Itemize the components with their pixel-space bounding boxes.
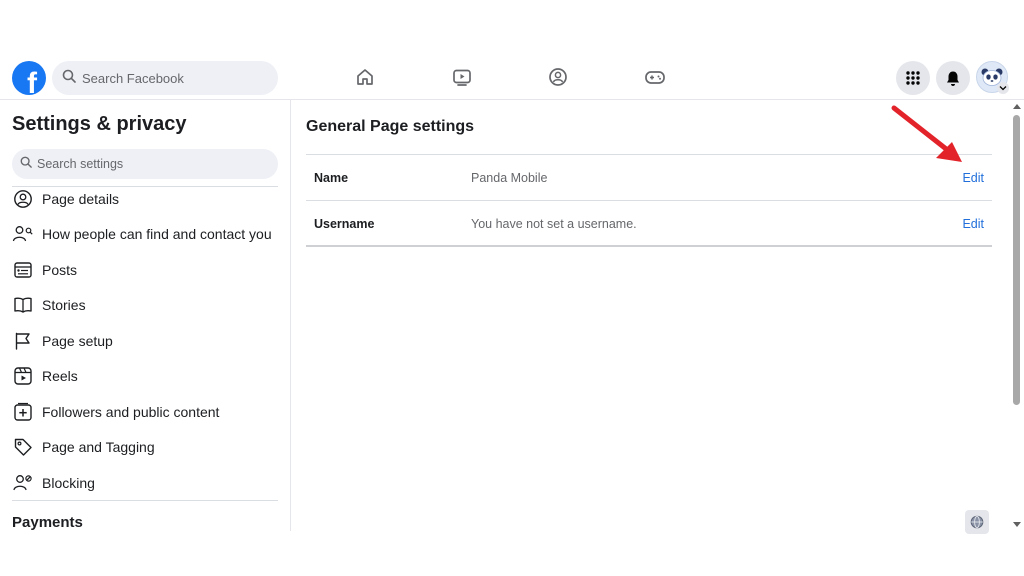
sidebar-divider [12,500,278,501]
sidebar-item-page-and-tagging[interactable]: Page and Tagging [12,432,282,462]
top-navigation-bar: f [0,52,1024,100]
user-circle-icon [12,188,34,210]
tag-icon [12,436,34,458]
facebook-logo-icon[interactable]: f [12,61,46,95]
sidebar-item-label: Followers and public content [42,404,220,420]
sidebar-item-followers-public-content[interactable]: Followers and public content [12,397,282,427]
facebook-search-box[interactable] [52,61,278,95]
scroll-up-arrow-icon[interactable] [1013,104,1021,109]
book-icon [12,294,34,316]
settings-search-box[interactable] [12,149,278,179]
row-label: Username [314,217,375,231]
sidebar-item-posts[interactable]: Posts [12,255,282,285]
red-annotation-arrow-icon [891,105,962,162]
row-label: Name [314,171,349,185]
settings-row-username: Username You have not set a username. Ed… [306,201,992,247]
edit-username-link[interactable]: Edit [962,217,984,231]
row-value: You have not set a username. [471,217,637,231]
edit-name-link[interactable]: Edit [962,171,984,185]
sidebar-item-label: Page details [42,191,120,207]
gaming-icon[interactable] [642,64,668,90]
scrollbar-thumb[interactable] [1013,115,1020,405]
sidebar-item-label: Blocking [42,475,95,491]
account-menu-chevron-down-icon[interactable] [997,82,1009,94]
row-value: Panda Mobile [471,171,548,185]
sidebar-title: Settings & privacy [12,113,187,135]
facebook-logo-letter: f [27,67,37,96]
sidebar-item-blocking[interactable]: Blocking [12,468,282,498]
sidebar-item-label: Posts [42,262,78,278]
search-icon [20,155,32,173]
sidebar-item-page-setup[interactable]: Page setup [12,326,282,356]
search-icon [62,69,76,88]
sidebar-item-label: Page and Tagging [42,439,155,455]
watch-icon[interactable] [449,64,475,90]
scroll-down-arrow-icon[interactable] [1013,522,1021,527]
groups-icon[interactable] [545,64,571,90]
flag-icon [12,330,34,352]
facebook-search-input[interactable] [82,70,262,86]
sidebar-item-page-details[interactable]: Page details [12,184,282,214]
menu-grid-icon[interactable] [896,61,930,95]
sidebar-section-payments[interactable]: Payments [12,514,83,531]
sidebar-item-stories[interactable]: Stories [12,290,282,320]
sidebar-item-label: How people can find and contact you [42,226,272,242]
sidebar-item-find-and-contact[interactable]: How people can find and contact you [12,219,282,249]
notifications-bell-icon[interactable] [936,61,970,95]
sidebar-item-label: Page setup [42,333,113,349]
sidebar-item-label: Stories [42,297,86,313]
globe-icon[interactable] [965,510,989,534]
user-search-icon [12,223,34,245]
home-icon[interactable] [352,64,378,90]
user-block-icon [12,472,34,494]
vertical-scrollbar[interactable] [1010,100,1024,531]
settings-search-input[interactable] [37,157,257,171]
reels-icon [12,365,34,387]
page-title: General Page settings [306,118,475,135]
add-box-icon [12,401,34,423]
posts-icon [12,259,34,281]
settings-sidebar: Settings & privacy Page details How peop… [0,100,291,531]
sidebar-item-reels[interactable]: Reels [12,361,282,391]
sidebar-item-label: Reels [42,368,78,384]
